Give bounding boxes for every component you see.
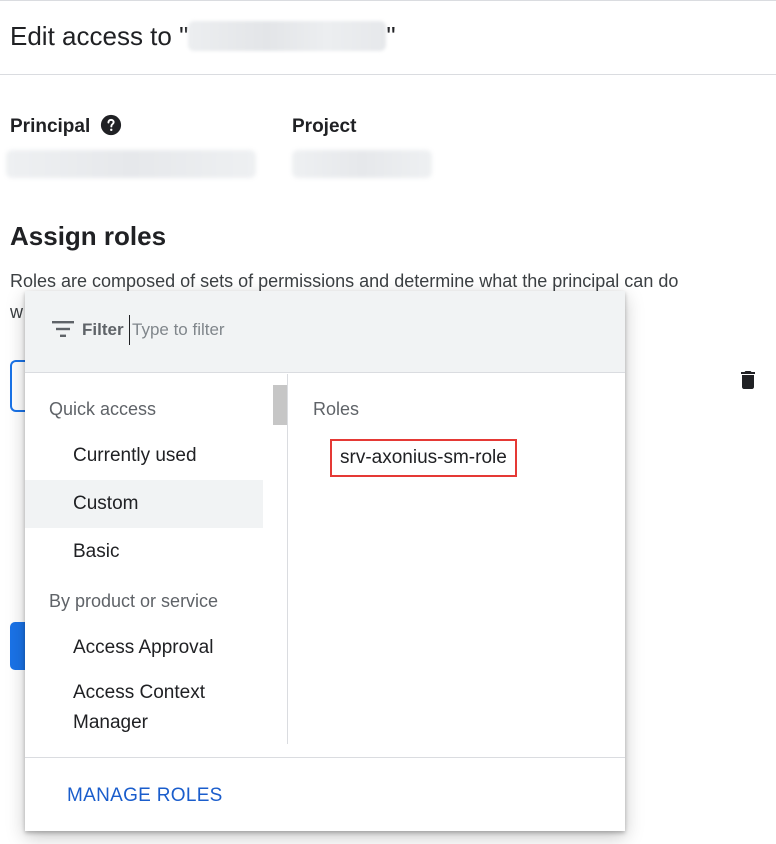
assign-roles-heading: Assign roles xyxy=(10,221,167,251)
assign-roles-description-continued: w xyxy=(10,302,23,322)
project-label: Project xyxy=(292,116,357,137)
category-list: Quick access Currently used Custom Basic… xyxy=(25,374,287,744)
filter-bar: Filter xyxy=(25,291,625,373)
category-currently-used[interactable]: Currently used xyxy=(25,432,263,480)
assign-roles-description: Roles are composed of sets of permission… xyxy=(10,271,679,291)
quick-access-header: Quick access xyxy=(49,399,157,419)
category-access-context-manager[interactable]: Access Context Manager xyxy=(25,678,255,744)
help-icon[interactable] xyxy=(100,114,122,136)
category-access-approval[interactable]: Access Approval xyxy=(25,624,263,672)
redacted-principal-value xyxy=(6,150,256,178)
manage-roles-button[interactable]: MANAGE ROLES xyxy=(67,785,223,807)
principal-label: Principal xyxy=(10,116,91,137)
column-divider xyxy=(287,374,288,744)
dialog-header: Edit access to " " xyxy=(0,1,776,75)
redacted-project-name xyxy=(188,21,387,51)
footer-divider xyxy=(25,757,625,758)
filter-icon xyxy=(52,321,74,337)
filter-input[interactable] xyxy=(129,315,569,345)
role-picker-popup: Filter Quick access Currently used Custo… xyxy=(25,291,625,831)
category-basic[interactable]: Basic xyxy=(25,528,263,576)
by-product-header: By product or service xyxy=(49,591,219,611)
title-suffix: " xyxy=(386,21,396,51)
filter-label: Filter xyxy=(82,320,124,339)
role-option[interactable]: srv-axonius-sm-role xyxy=(330,439,517,477)
category-scrollbar[interactable] xyxy=(273,385,287,425)
category-custom[interactable]: Custom xyxy=(25,480,263,528)
roles-header: Roles xyxy=(313,399,360,419)
redacted-project-value xyxy=(292,150,432,178)
dialog-title: Edit access to " " xyxy=(10,21,396,52)
title-prefix: Edit access to " xyxy=(10,21,189,51)
trash-icon[interactable] xyxy=(736,368,760,392)
